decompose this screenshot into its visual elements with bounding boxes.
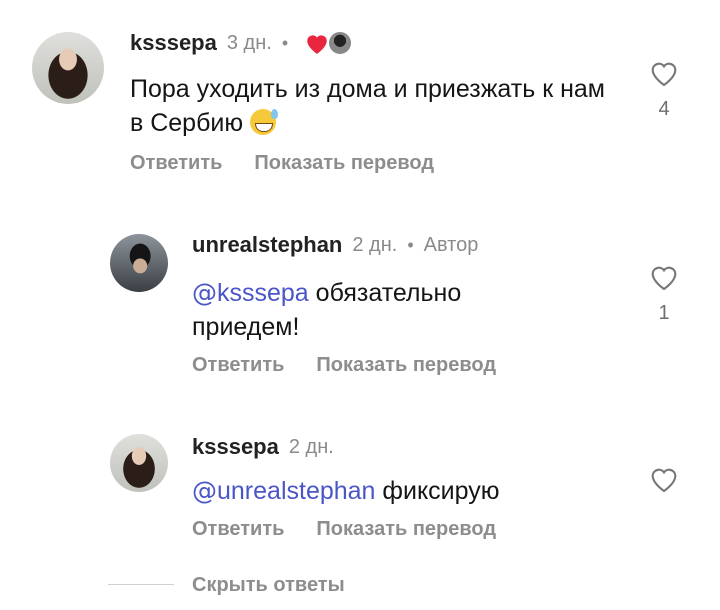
show-translation-button[interactable]: Показать перевод: [254, 152, 434, 175]
avatar[interactable]: [110, 434, 168, 492]
sweat-smile-emoji: [250, 109, 279, 135]
like-control: 1: [644, 262, 684, 325]
username[interactable]: unrealstephan: [192, 232, 342, 258]
timestamp: 3 дн.: [226, 31, 272, 54]
mention-link[interactable]: @unrealstephan: [192, 476, 375, 505]
author-badge: Автор: [423, 233, 479, 256]
like-control: 4: [644, 58, 684, 121]
separator-dot: •: [281, 32, 289, 53]
separator-dot: •: [407, 234, 414, 255]
reply-button[interactable]: Ответить: [192, 354, 284, 377]
timestamp: 2 дн.: [288, 435, 334, 458]
avatar[interactable]: [32, 32, 104, 104]
reply-button[interactable]: Ответить: [130, 152, 222, 175]
heart-icon: [307, 35, 327, 54]
reply-button[interactable]: Ответить: [192, 518, 284, 541]
show-translation-button[interactable]: Показать перевод: [316, 354, 496, 377]
comment-body: фиксирую: [375, 477, 500, 505]
liked-by-author-badge: [304, 31, 353, 55]
avatar[interactable]: [110, 234, 168, 292]
timestamp: 2 дн.: [352, 233, 398, 256]
comment-header: ksssepa 2 дн.: [192, 434, 334, 460]
comment-actions: Ответить Показать перевод: [192, 518, 496, 541]
heart-outline-icon[interactable]: [648, 464, 680, 494]
divider-line: [108, 584, 174, 585]
username[interactable]: ksssepa: [130, 30, 217, 56]
comment-header: ksssepa 3 дн. •: [130, 30, 353, 56]
author-mini-avatar: [328, 31, 353, 55]
comment-text: Пора уходить из дома и приезжать к нам в…: [130, 72, 610, 140]
show-translation-button[interactable]: Показать перевод: [316, 518, 496, 541]
comment-text: @unrealstephan фиксирую: [192, 474, 612, 508]
comment-text: @ksssepa обязательно приедем!: [192, 276, 532, 344]
username[interactable]: ksssepa: [192, 434, 279, 460]
heart-outline-icon[interactable]: [648, 58, 680, 88]
mention-link[interactable]: @ksssepa: [192, 278, 309, 307]
comment-body: Пора уходить из дома и приезжать к нам в…: [130, 75, 605, 137]
like-control: [644, 464, 684, 494]
comment-actions: Ответить Показать перевод: [130, 152, 434, 175]
hide-replies-button[interactable]: Скрыть ответы: [192, 574, 345, 597]
comment-header: unrealstephan 2 дн. • Автор: [192, 232, 478, 258]
heart-outline-icon[interactable]: [648, 262, 680, 292]
like-count: 4: [658, 98, 670, 120]
comment-actions: Ответить Показать перевод: [192, 354, 496, 377]
like-count: 1: [658, 302, 670, 324]
